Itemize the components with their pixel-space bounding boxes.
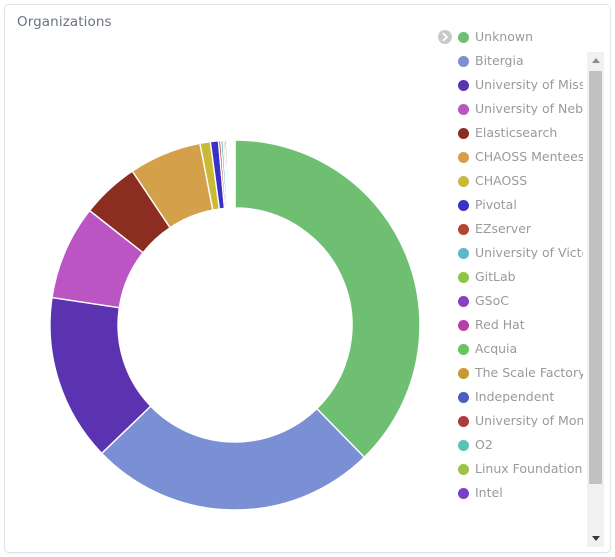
legend-color-swatch [458, 247, 469, 259]
scroll-down-button[interactable] [587, 530, 604, 547]
legend-item[interactable]: O2 [435, 433, 583, 457]
legend-color-swatch [458, 223, 469, 235]
legend-item[interactable]: GitLab [435, 265, 583, 289]
scrollbar-thumb[interactable] [589, 71, 602, 484]
legend-color-swatch [458, 367, 469, 379]
legend-item-label: EZserver [475, 222, 532, 236]
legend-color-swatch [458, 319, 469, 331]
legend-item[interactable]: Acquia [435, 337, 583, 361]
donut-slice[interactable] [234, 139, 421, 459]
legend-item-label: GitLab [475, 270, 516, 284]
legend-item[interactable]: Linux Foundation [435, 457, 583, 481]
donut-slice[interactable] [233, 139, 236, 209]
legend-item-label: Pivotal [475, 198, 517, 212]
legend-item[interactable]: Unknown [435, 25, 583, 49]
legend-item-label: Elasticsearch [475, 126, 558, 140]
legend-item[interactable]: University of Nebr... [435, 97, 583, 121]
legend-item-label: University of Nebr... [475, 102, 583, 116]
legend-item-label: CHAOSS [475, 174, 528, 188]
donut-slice[interactable] [100, 405, 366, 511]
legend-item[interactable]: University of Victoria [435, 241, 583, 265]
legend-item[interactable]: Intel [435, 481, 583, 505]
legend-item[interactable]: Red Hat [435, 313, 583, 337]
legend-item-label: Red Hat [475, 318, 525, 332]
legend-color-swatch [458, 175, 469, 187]
donut-chart-svg[interactable] [5, 35, 435, 550]
legend-color-swatch [458, 271, 469, 283]
legend-item[interactable]: University of Miss... [435, 73, 583, 97]
legend-color-swatch [458, 31, 469, 43]
legend-list[interactable]: Unknown Bitergia University of Miss... Univ… [435, 25, 583, 545]
legend-item-label: GSoC [475, 294, 509, 308]
legend-item-label: Unknown [475, 30, 534, 44]
legend-item[interactable]: CHAOSS Mentees [435, 145, 583, 169]
legend-color-swatch [458, 103, 469, 115]
legend-item[interactable]: Elasticsearch [435, 121, 583, 145]
legend-color-swatch [458, 151, 469, 163]
legend-item-label: Bitergia [475, 54, 524, 68]
legend-item[interactable]: Pivotal [435, 193, 583, 217]
legend-scrollbar[interactable] [587, 52, 604, 547]
legend-item-label: University of Victoria [475, 246, 583, 260]
triangle-up-icon [591, 58, 600, 63]
chevron-right-circle-icon[interactable] [437, 29, 453, 45]
legend-item-label: The Scale Factory [475, 366, 583, 380]
legend-color-swatch [458, 79, 469, 91]
legend-item[interactable]: Bitergia [435, 49, 583, 73]
organizations-panel: Organizations Unknown Bitergia University … [4, 4, 611, 553]
legend-item[interactable]: EZserver [435, 217, 583, 241]
legend-color-swatch [458, 463, 469, 475]
legend-color-swatch [458, 127, 469, 139]
legend-item-label: University of Miss... [475, 78, 583, 92]
legend-item[interactable]: CHAOSS [435, 169, 583, 193]
legend-item-label: Linux Foundation [475, 462, 583, 476]
legend-item[interactable]: The Scale Factory [435, 361, 583, 385]
legend-color-swatch [458, 199, 469, 211]
legend-item-label: CHAOSS Mentees [475, 150, 583, 164]
legend-item-label: Independent [475, 390, 555, 404]
legend-item[interactable]: GSoC [435, 289, 583, 313]
legend-color-swatch [458, 295, 469, 307]
legend-item-label: Acquia [475, 342, 518, 356]
legend-color-swatch [458, 55, 469, 67]
legend-color-swatch [458, 487, 469, 499]
legend-item[interactable]: University of Mons [435, 409, 583, 433]
donut-chart[interactable] [5, 35, 435, 550]
legend-color-swatch [458, 439, 469, 451]
legend-item[interactable]: Independent [435, 385, 583, 409]
legend-item-label: Intel [475, 486, 503, 500]
legend-item-label: O2 [475, 438, 493, 452]
legend-color-swatch [458, 415, 469, 427]
legend-item-label: University of Mons [475, 414, 583, 428]
legend-color-swatch [458, 391, 469, 403]
triangle-down-icon [591, 536, 600, 541]
legend[interactable]: Unknown Bitergia University of Miss... Univ… [435, 25, 610, 547]
page-title: Organizations [17, 14, 112, 30]
legend-color-swatch [458, 343, 469, 355]
scroll-up-button[interactable] [587, 52, 604, 69]
